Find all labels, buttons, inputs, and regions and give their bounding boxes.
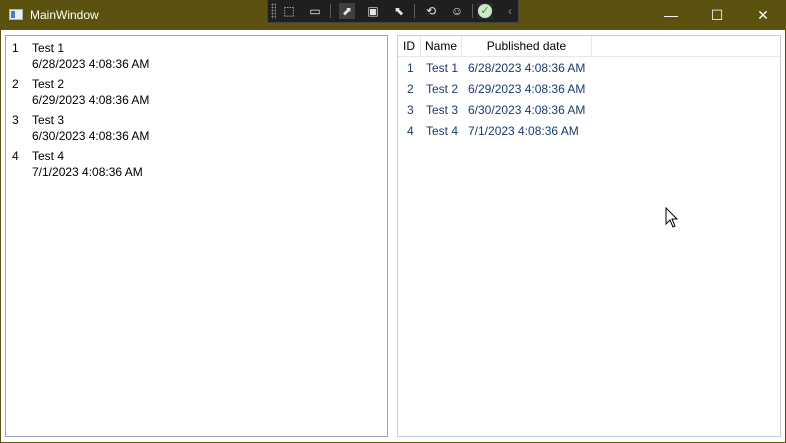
cell-published-date: 6/28/2023 4:08:36 AM [468,61,586,75]
column-header-row: ID Name Published date [398,36,780,57]
cell-id: 1 [407,61,414,75]
list-item-name: Test 2 [32,77,65,91]
close-button[interactable]: ✕ [740,0,786,30]
list-item-date: 6/29/2023 4:08:36 AM [32,93,150,107]
cell-name: Test 2 [426,82,459,96]
cell-published-date: 6/29/2023 4:08:36 AM [468,82,586,96]
maximize-button[interactable]: ☐ [694,0,740,30]
column-header-published-date[interactable]: Published date [462,36,592,56]
status-check-icon[interactable]: ✓ [477,3,493,19]
wpf-debug-toolbar: ⬚ ▭ ⬈ ▣ ⬉ ⟲ ☺ ✓ ‹ [267,0,519,23]
list-item-date: 6/28/2023 4:08:36 AM [32,57,150,71]
list-item-name: Test 4 [32,149,65,163]
cell-name: Test 3 [426,103,459,117]
cell-id: 4 [407,124,414,138]
track-focus-icon[interactable]: ▣ [365,3,381,19]
title-bar[interactable]: MainWindow ⬚ ▭ ⬈ ▣ ⬉ ⟲ ☺ ✓ ‹ — ☐ ✕ [0,0,786,30]
cell-id: 3 [407,103,414,117]
items-list-box[interactable]: 1 Test 1 6/28/2023 4:08:36 AM 2 Test 2 6… [5,35,388,437]
items-list-view[interactable]: ID Name Published date 1 Test 1 6/28/202… [397,35,781,437]
list-item-id: 4 [12,149,19,163]
display-adorners-icon[interactable]: ⬈ [339,3,355,19]
list-item-id: 3 [12,113,19,127]
toolbar-separator [330,4,331,18]
binding-failures-icon[interactable]: ⬉ [391,3,407,19]
hot-reload-icon[interactable]: ⟲ [423,3,439,19]
list-item[interactable]: 2 Test 2 6/29/2023 4:08:36 AM [6,72,387,108]
cell-name: Test 4 [426,124,459,138]
cell-name: Test 1 [426,61,459,75]
check-glyph: ✓ [478,4,492,18]
cell-published-date: 6/30/2023 4:08:36 AM [468,103,586,117]
accessibility-icon[interactable]: ☺ [449,3,465,19]
select-element-icon[interactable]: ⬚ [281,3,297,19]
toolbar-separator [472,4,473,18]
toolbar-grip[interactable] [271,3,276,19]
list-item-date: 7/1/2023 4:08:36 AM [32,165,143,179]
table-row[interactable]: 2 Test 2 6/29/2023 4:08:36 AM [398,79,780,100]
list-item[interactable]: 4 Test 4 7/1/2023 4:08:36 AM [6,144,387,180]
cell-id: 2 [407,82,414,96]
list-item[interactable]: 1 Test 1 6/28/2023 4:08:36 AM [6,36,387,72]
record-icon[interactable]: ▭ [307,3,323,19]
list-item-date: 6/30/2023 4:08:36 AM [32,129,150,143]
column-header-name[interactable]: Name [421,36,462,56]
mouse-pointer-icon [665,207,679,228]
app-icon[interactable] [9,9,23,20]
collapse-icon[interactable]: ‹ [502,3,518,19]
list-item-id: 1 [12,41,19,55]
table-row[interactable]: 3 Test 3 6/30/2023 4:08:36 AM [398,100,780,121]
toolbar-separator [414,4,415,18]
list-item[interactable]: 3 Test 3 6/30/2023 4:08:36 AM [6,108,387,144]
minimize-button[interactable]: — [648,0,694,30]
window-title: MainWindow [30,8,99,22]
table-row[interactable]: 4 Test 4 7/1/2023 4:08:36 AM [398,121,780,142]
cell-published-date: 7/1/2023 4:08:36 AM [468,124,579,138]
list-item-name: Test 1 [32,41,65,55]
list-item-id: 2 [12,77,19,91]
table-row[interactable]: 1 Test 1 6/28/2023 4:08:36 AM [398,58,780,79]
list-item-name: Test 3 [32,113,65,127]
window-client-area: 1 Test 1 6/28/2023 4:08:36 AM 2 Test 2 6… [1,30,785,442]
column-header-id[interactable]: ID [398,36,421,56]
